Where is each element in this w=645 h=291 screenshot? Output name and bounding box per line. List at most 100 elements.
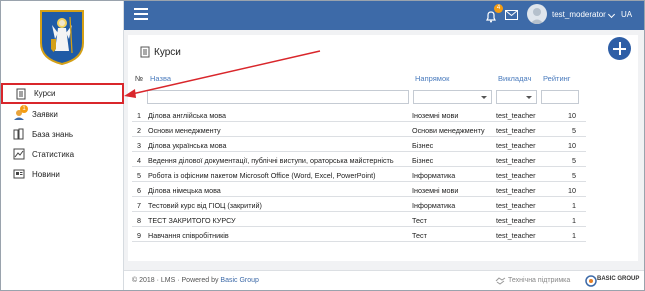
support-icon (495, 277, 506, 285)
row-number: 4 (137, 156, 141, 165)
row-number: 7 (137, 201, 141, 210)
course-direction: Бізнес (412, 141, 434, 150)
sidebar-item-courses[interactable]: Курси (1, 83, 124, 104)
row-number: 6 (137, 186, 141, 195)
row-number: 8 (137, 216, 141, 225)
sidebar-item-label: Новини (32, 169, 60, 179)
table-row[interactable]: 8 ТЕСТ ЗАКРИТОГО КУРСУ Тест test_teacher… (132, 212, 586, 227)
course-name[interactable]: ТЕСТ ЗАКРИТОГО КУРСУ (148, 216, 236, 225)
requests-icon: 1 (13, 105, 28, 120)
course-name[interactable]: Ділова українська мова (148, 141, 226, 150)
sidebar-item-label: Курси (34, 89, 56, 98)
sidebar: Курси 1 Заявки База знань Статистика Нов… (1, 1, 124, 290)
course-teacher: test_teacher (496, 171, 536, 180)
chevron-down-icon[interactable] (607, 10, 616, 19)
column-header-teacher[interactable]: Викладач (498, 74, 531, 83)
row-number: 2 (137, 126, 141, 135)
menu-icon[interactable] (134, 8, 148, 21)
column-header-rating[interactable]: Рейтинг (543, 74, 571, 83)
course-direction: Тест (412, 216, 427, 225)
sidebar-nav: Курси 1 Заявки База знань Статистика Нов… (1, 82, 124, 184)
course-teacher: test_teacher (496, 126, 536, 135)
course-direction: Тест (412, 231, 427, 240)
course-teacher: test_teacher (496, 186, 536, 195)
mail-icon[interactable] (505, 10, 518, 20)
column-header-num: № (135, 74, 144, 83)
add-course-button[interactable] (608, 37, 631, 60)
course-direction: Бізнес (412, 156, 434, 165)
course-direction: Інформатика (412, 201, 456, 210)
course-rating: 10 (568, 186, 576, 195)
course-rating: 5 (572, 156, 576, 165)
courses-icon (15, 88, 28, 100)
course-teacher: test_teacher (496, 216, 536, 225)
course-name[interactable]: Ведення ділової документації, публічні в… (148, 156, 394, 165)
table-row[interactable]: 1 Ділова англійська мова Іноземні мови t… (132, 107, 586, 122)
table-row[interactable]: 7 Тестовий курс від ГІОЦ (закритий) Інфо… (132, 197, 586, 212)
sidebar-item-requests[interactable]: 1 Заявки (1, 104, 124, 124)
sidebar-item-news[interactable]: Новини (1, 164, 124, 184)
support-link[interactable]: Технічна підтримка (508, 277, 570, 284)
page-title: Курси (154, 47, 181, 58)
course-direction: Іноземні мови (412, 186, 459, 195)
course-name[interactable]: Тестовий курс від ГІОЦ (закритий) (148, 201, 262, 210)
course-teacher: test_teacher (496, 201, 536, 210)
avatar[interactable] (527, 4, 547, 24)
language-switch[interactable]: UA (621, 10, 632, 19)
course-name[interactable]: Робота із офісним пакетом Microsoft Offi… (148, 171, 376, 180)
course-direction: Іноземні мови (412, 111, 459, 120)
statistics-icon (13, 148, 26, 160)
notification-badge: 4 (494, 4, 503, 13)
sidebar-item-statistics[interactable]: Статистика (1, 144, 124, 164)
copyright-text: © 2018 · LMS · Powered by (132, 277, 221, 284)
knowledge-base-icon (13, 128, 26, 140)
direction-filter-select[interactable] (413, 90, 492, 104)
table-row[interactable]: 3 Ділова українська мова Бізнес test_tea… (132, 137, 586, 152)
table-row[interactable]: 2 Основи менеджменту Основи менеджменту … (132, 122, 586, 137)
sidebar-item-label: Статистика (32, 149, 75, 159)
copyright: © 2018 · LMS · Powered by Basic Group (132, 277, 259, 284)
column-header-name[interactable]: Назва (150, 74, 171, 83)
table-row[interactable]: 4 Ведення ділової документації, публічні… (132, 152, 586, 167)
sidebar-item-label: Заявки (32, 109, 58, 119)
sidebar-item-knowledge-base[interactable]: База знань (1, 124, 124, 144)
course-rating: 5 (572, 126, 576, 135)
table-row[interactable]: 9 Навчання співробітників Тест test_teac… (132, 227, 586, 242)
row-number: 1 (137, 111, 141, 120)
courses-panel: Курси № Назва Напрямок Викладач Рейтинг … (128, 35, 638, 261)
course-rating: 1 (572, 231, 576, 240)
brand-name: BASIC GROUP (597, 276, 640, 282)
course-name[interactable]: Основи менеджменту (148, 126, 221, 135)
course-teacher: test_teacher (496, 141, 536, 150)
course-rating: 10 (568, 141, 576, 150)
row-number: 3 (137, 141, 141, 150)
username[interactable]: test_moderator (552, 10, 606, 19)
course-name[interactable]: Ділова англійська мова (148, 111, 226, 120)
sidebar-item-label: База знань (32, 129, 74, 139)
course-rating: 1 (572, 201, 576, 210)
table-row[interactable]: 6 Ділова німецька мова Іноземні мови tes… (132, 182, 586, 197)
company-link[interactable]: Basic Group (220, 277, 259, 284)
kyiv-coat-of-arms-logo (40, 10, 84, 65)
requests-badge: 1 (20, 105, 28, 113)
rating-filter-input[interactable] (541, 90, 579, 104)
table-row[interactable]: 5 Робота із офісним пакетом Microsoft Of… (132, 167, 586, 182)
course-name[interactable]: Ділова німецька мова (148, 186, 221, 195)
course-teacher: test_teacher (496, 156, 536, 165)
footer: © 2018 · LMS · Powered by Basic Group Те… (124, 270, 644, 290)
course-direction: Інформатика (412, 171, 456, 180)
course-rating: 1 (572, 216, 576, 225)
row-number: 5 (137, 171, 141, 180)
course-teacher: test_teacher (496, 111, 536, 120)
row-number: 9 (137, 231, 141, 240)
column-header-direction[interactable]: Напрямок (415, 74, 449, 83)
course-direction: Основи менеджменту (412, 126, 485, 135)
course-rating: 10 (568, 111, 576, 120)
name-filter-input[interactable] (147, 90, 409, 104)
news-icon (13, 168, 26, 180)
course-name[interactable]: Навчання співробітників (148, 231, 229, 240)
teacher-filter-select[interactable] (496, 90, 537, 104)
top-bar: 4 test_moderator UA (124, 1, 644, 30)
course-teacher: test_teacher (496, 231, 536, 240)
main-content: Курси № Назва Напрямок Викладач Рейтинг … (124, 30, 644, 270)
